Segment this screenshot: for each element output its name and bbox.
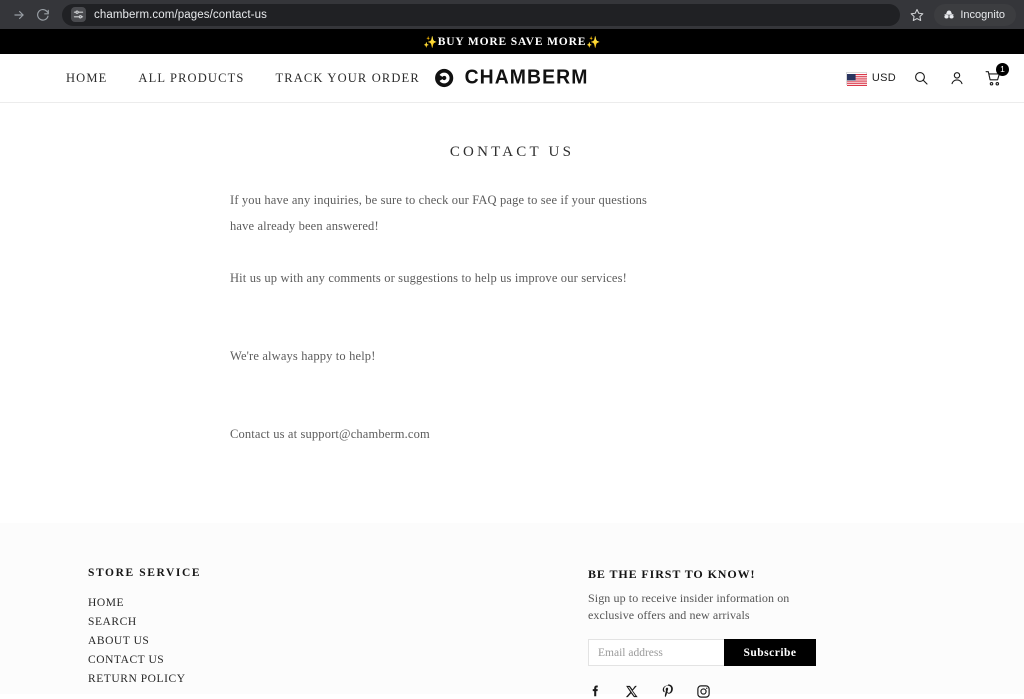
main-navigation: HOME ALL PRODUCTS TRACK YOUR ORDER	[66, 71, 420, 86]
footer-newsletter: BE THE FIRST TO KNOW! Sign up to receive…	[588, 567, 888, 698]
us-flag-icon	[845, 71, 867, 86]
sparkle-icon-left: ✨	[423, 36, 438, 49]
contact-paragraph-2: have already been answered!	[230, 219, 379, 233]
search-icon[interactable]	[910, 67, 932, 89]
reload-icon[interactable]	[32, 4, 54, 26]
nav-item-home[interactable]: HOME	[66, 71, 107, 86]
footer-link-contact-us[interactable]: CONTACT US	[88, 654, 418, 666]
footer-store-service: STORE SERVICE HOME SEARCH ABOUT US CONTA…	[88, 567, 418, 694]
currency-selector[interactable]: USD	[845, 71, 896, 86]
footer-link-home[interactable]: HOME	[88, 597, 418, 609]
newsletter-description: Sign up to receive insider information o…	[588, 591, 790, 622]
footer-link-return-policy[interactable]: RETURN POLICY	[88, 673, 418, 685]
contact-body: If you have any inquiries, be sure to ch…	[230, 187, 850, 447]
instagram-icon[interactable]	[696, 684, 711, 699]
site-footer: STORE SERVICE HOME SEARCH ABOUT US CONTA…	[0, 523, 1024, 698]
facebook-icon[interactable]	[588, 684, 603, 699]
incognito-label: Incognito	[960, 8, 1005, 21]
contact-paragraph-3: Hit us up with any comments or suggestio…	[230, 271, 627, 285]
address-bar-url: chamberm.com/pages/contact-us	[94, 8, 267, 21]
footer-link-search[interactable]: SEARCH	[88, 616, 418, 628]
footer-heading-store-service: STORE SERVICE	[88, 567, 202, 579]
incognito-indicator[interactable]: Incognito	[934, 3, 1016, 26]
social-links	[588, 684, 888, 699]
email-field[interactable]	[588, 639, 724, 666]
subscribe-button[interactable]: Subscribe	[724, 639, 816, 666]
sparkle-icon-right: ✨	[586, 36, 601, 49]
x-twitter-icon[interactable]	[624, 684, 639, 699]
header-actions: USD 1	[845, 63, 1009, 89]
tune-icon[interactable]	[71, 7, 86, 22]
page-title: CONTACT US	[449, 144, 575, 160]
shopping-cart-icon[interactable]: 1	[982, 63, 1009, 89]
currency-code: USD	[871, 72, 896, 84]
site-logo[interactable]: CHAMBERM	[434, 67, 591, 90]
footer-link-list: HOME SEARCH ABOUT US CONTACT US RETURN P…	[88, 597, 418, 685]
nav-item-track-your-order[interactable]: TRACK YOUR ORDER	[275, 71, 419, 86]
cart-item-count: 1	[996, 63, 1009, 76]
contact-paragraph-1: If you have any inquiries, be sure to ch…	[230, 193, 648, 207]
address-bar[interactable]: chamberm.com/pages/contact-us	[62, 3, 901, 26]
nav-item-all-products[interactable]: ALL PRODUCTS	[138, 71, 244, 86]
site-logo-text: CHAMBERM	[464, 66, 589, 89]
pinterest-icon[interactable]	[660, 684, 675, 699]
browser-toolbar-actions: Incognito	[906, 3, 1016, 26]
newsletter-signup-form: Subscribe	[588, 639, 816, 666]
user-account-icon[interactable]	[946, 67, 968, 89]
newsletter-heading: BE THE FIRST TO KNOW!	[588, 567, 756, 581]
contact-paragraph-4: We're always happy to help!	[230, 349, 376, 363]
star-icon[interactable]	[906, 4, 928, 26]
contact-email-line: Contact us at support@chamberm.com	[230, 427, 430, 441]
announcement-bar: ✨ BUY MORE SAVE MORE ✨	[0, 29, 1024, 54]
site-header: HOME ALL PRODUCTS TRACK YOUR ORDER CHAMB…	[0, 54, 1024, 103]
main-content: CONTACT US If you have any inquiries, be…	[0, 144, 1024, 523]
browser-toolbar: chamberm.com/pages/contact-us Incognito	[0, 0, 1024, 29]
forward-arrow-icon[interactable]	[8, 4, 30, 26]
footer-link-about-us[interactable]: ABOUT US	[88, 635, 418, 647]
incognito-hat-icon	[943, 9, 955, 21]
circle-c-logo-icon	[434, 68, 455, 89]
announcement-text: BUY MORE SAVE MORE	[437, 35, 587, 48]
